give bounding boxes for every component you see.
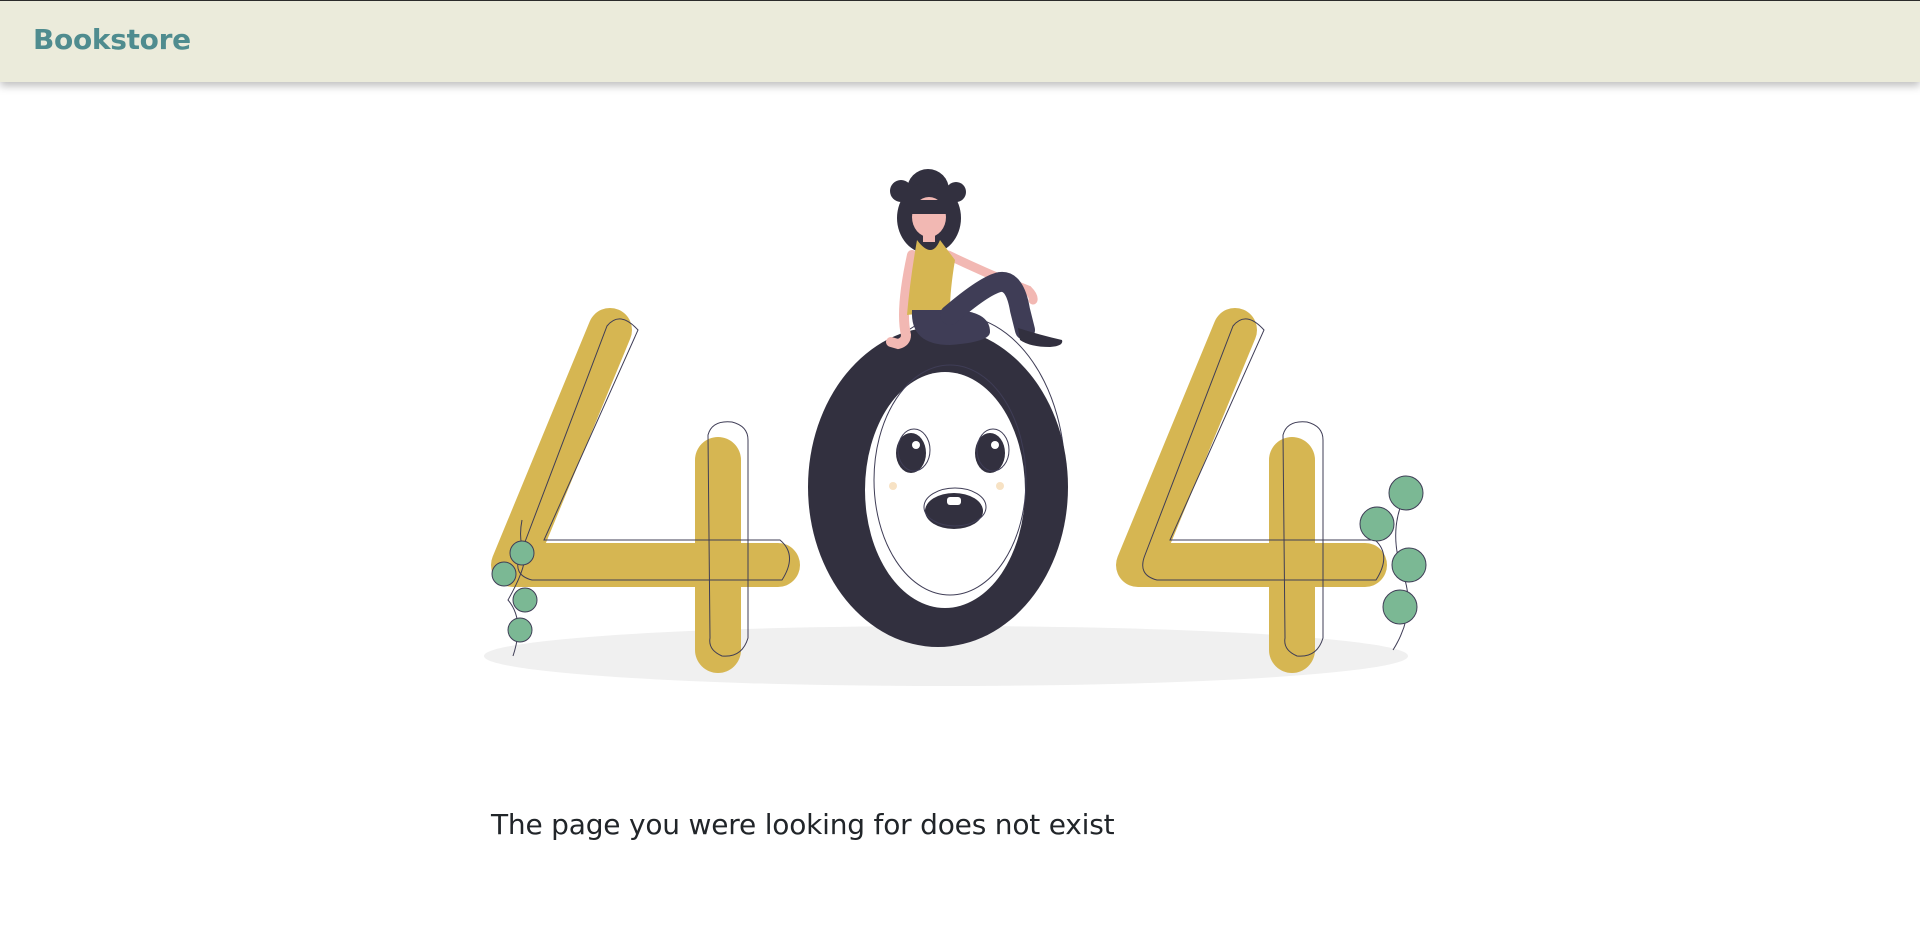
- digit-four-left-icon: [491, 308, 800, 673]
- girl-figure-icon: [886, 169, 1063, 350]
- digit-zero-icon: [808, 314, 1068, 647]
- brand-link[interactable]: Bookstore: [33, 23, 191, 56]
- error-message: The page you were looking for does not e…: [491, 808, 1115, 841]
- navbar: Bookstore: [0, 0, 1920, 82]
- 404-illustration: [484, 169, 1427, 686]
- digit-four-right-icon: [1116, 308, 1387, 673]
